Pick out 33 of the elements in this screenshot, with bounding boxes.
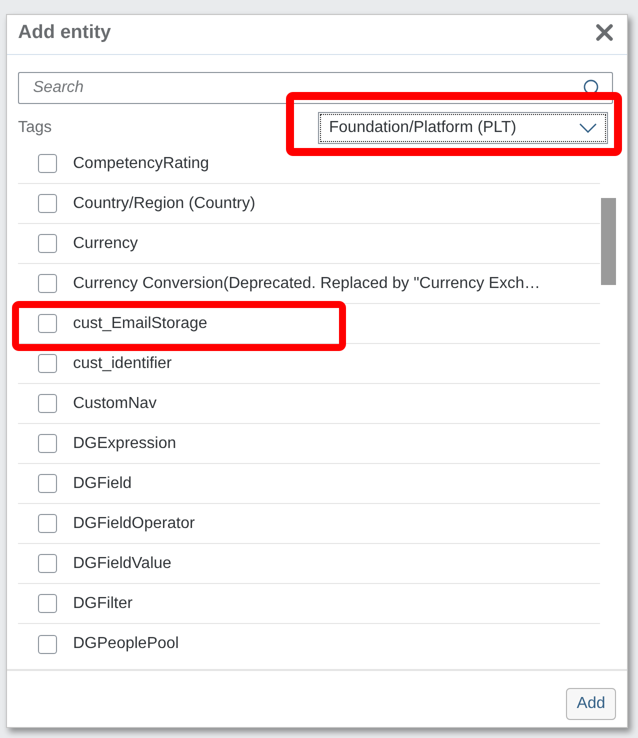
checkbox[interactable]: [38, 394, 57, 413]
close-icon[interactable]: [596, 24, 613, 41]
entity-label: DGPeoplePool: [73, 635, 179, 653]
entity-label: cust_EmailStorage: [73, 314, 208, 332]
dialog-title: Add entity: [18, 22, 111, 44]
entity-label: DGFilter: [73, 594, 133, 612]
entity-label: DGField: [73, 474, 132, 492]
tags-label: Tags: [18, 119, 52, 137]
entity-label: Currency Conversion(Deprecated. Replaced by "Currency Exch…: [73, 274, 540, 292]
entity-label: CustomNav: [73, 394, 157, 412]
tags-dropdown[interactable]: Foundation/Platform (PLT): [318, 112, 608, 144]
entity-label: Currency: [73, 234, 138, 252]
checkbox[interactable]: [38, 234, 57, 253]
checkbox[interactable]: [38, 554, 57, 573]
checkbox[interactable]: [38, 594, 57, 613]
checkbox[interactable]: [38, 314, 57, 333]
scrollbar-thumb[interactable]: [601, 198, 616, 285]
entity-label: DGExpression: [73, 434, 176, 452]
checkbox[interactable]: [38, 274, 57, 293]
checkbox[interactable]: [38, 194, 57, 213]
entity-label: Country/Region (Country): [73, 194, 256, 212]
checkbox[interactable]: [38, 154, 57, 173]
checkbox[interactable]: [38, 434, 57, 453]
checkbox[interactable]: [38, 354, 57, 373]
entity-label: cust_identifier: [73, 354, 172, 372]
checkbox[interactable]: [38, 634, 57, 654]
entity-label: CompetencyRating: [73, 154, 210, 172]
checkbox[interactable]: [38, 514, 57, 533]
add-button[interactable]: Add: [566, 688, 616, 720]
chevron-down-icon[interactable]: [579, 123, 597, 133]
entity-label: DGFieldValue: [73, 554, 172, 572]
entity-label: DGFieldOperator: [73, 514, 195, 532]
checkbox[interactable]: [38, 474, 57, 493]
